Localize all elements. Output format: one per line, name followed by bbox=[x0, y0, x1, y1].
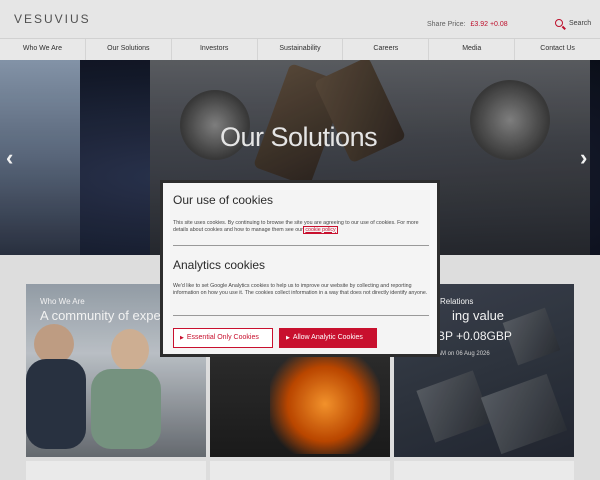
analytics-cookies-title: Analytics cookies bbox=[173, 258, 266, 272]
divider bbox=[173, 245, 429, 246]
caret-right-icon: ▶ bbox=[286, 335, 290, 341]
caret-right-icon: ▶ bbox=[180, 335, 184, 341]
divider bbox=[173, 315, 429, 316]
cookie-consent-dialog: Our use of cookies This site uses cookie… bbox=[160, 180, 440, 357]
cookie-policy-link[interactable]: cookie policy bbox=[303, 225, 338, 234]
cookie-dialog-title: Our use of cookies bbox=[173, 193, 274, 207]
cookie-intro-body: This site uses cookies. By continuing to… bbox=[173, 220, 419, 233]
cookie-intro-text: This site uses cookies. By continuing to… bbox=[173, 220, 431, 234]
allow-analytic-cookies-button[interactable]: ▶ Allow Analytic Cookies bbox=[279, 328, 377, 348]
analytics-button-label: Allow Analytic Cookies bbox=[292, 334, 363, 341]
essential-only-cookies-button[interactable]: ▶ Essential Only Cookies bbox=[173, 328, 273, 348]
analytics-cookies-text: We'd like to set Google Analytics cookie… bbox=[173, 283, 428, 296]
essential-button-label: Essential Only Cookies bbox=[186, 334, 259, 341]
